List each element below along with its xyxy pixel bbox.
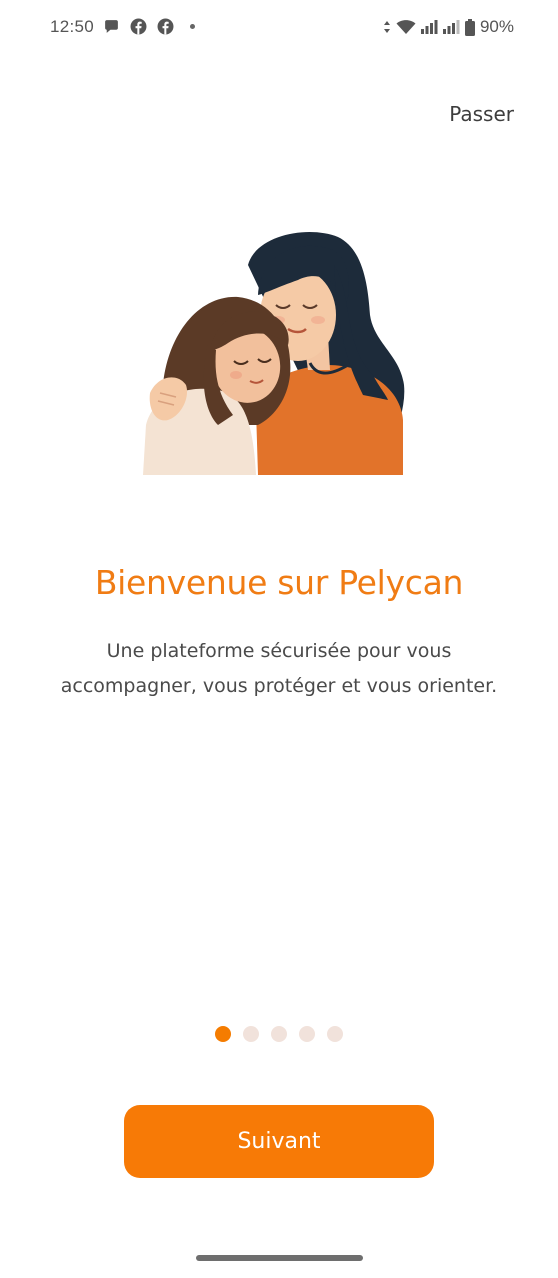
signal-icon — [420, 20, 438, 34]
message-bubble-icon — [105, 20, 118, 33]
home-indicator[interactable] — [196, 1255, 363, 1261]
page-indicator-dot-2[interactable] — [243, 1026, 259, 1042]
page-indicator-dot-4[interactable] — [299, 1026, 315, 1042]
notification-icons — [103, 18, 195, 35]
battery-icon — [464, 18, 475, 36]
page-indicator-dot-1[interactable] — [215, 1026, 231, 1042]
data-arrows-icon — [383, 21, 390, 33]
system-status: 90% — [383, 17, 514, 37]
skip-button[interactable]: Passer — [449, 102, 514, 126]
next-button[interactable]: Suivant — [124, 1105, 434, 1178]
mother-daughter-hug-illustration — [143, 232, 405, 475]
signal-icon — [442, 20, 460, 34]
wifi-icon — [396, 20, 416, 34]
page-indicator — [0, 1026, 558, 1042]
facebook-icon — [130, 18, 147, 35]
page-title: Bienvenue sur Pelycan — [94, 563, 464, 602]
page-indicator-dot-5[interactable] — [327, 1026, 343, 1042]
page-description: Une plateforme sécurisée pour vous accom… — [60, 640, 498, 697]
page-indicator-dot-3[interactable] — [271, 1026, 287, 1042]
facebook-icon — [157, 18, 174, 35]
status-time: 12:50 — [50, 17, 95, 36]
more-notifications-icon — [190, 24, 195, 29]
status-bar: 12:50 90% — [0, 0, 558, 56]
battery-percent: 90% — [479, 17, 514, 36]
